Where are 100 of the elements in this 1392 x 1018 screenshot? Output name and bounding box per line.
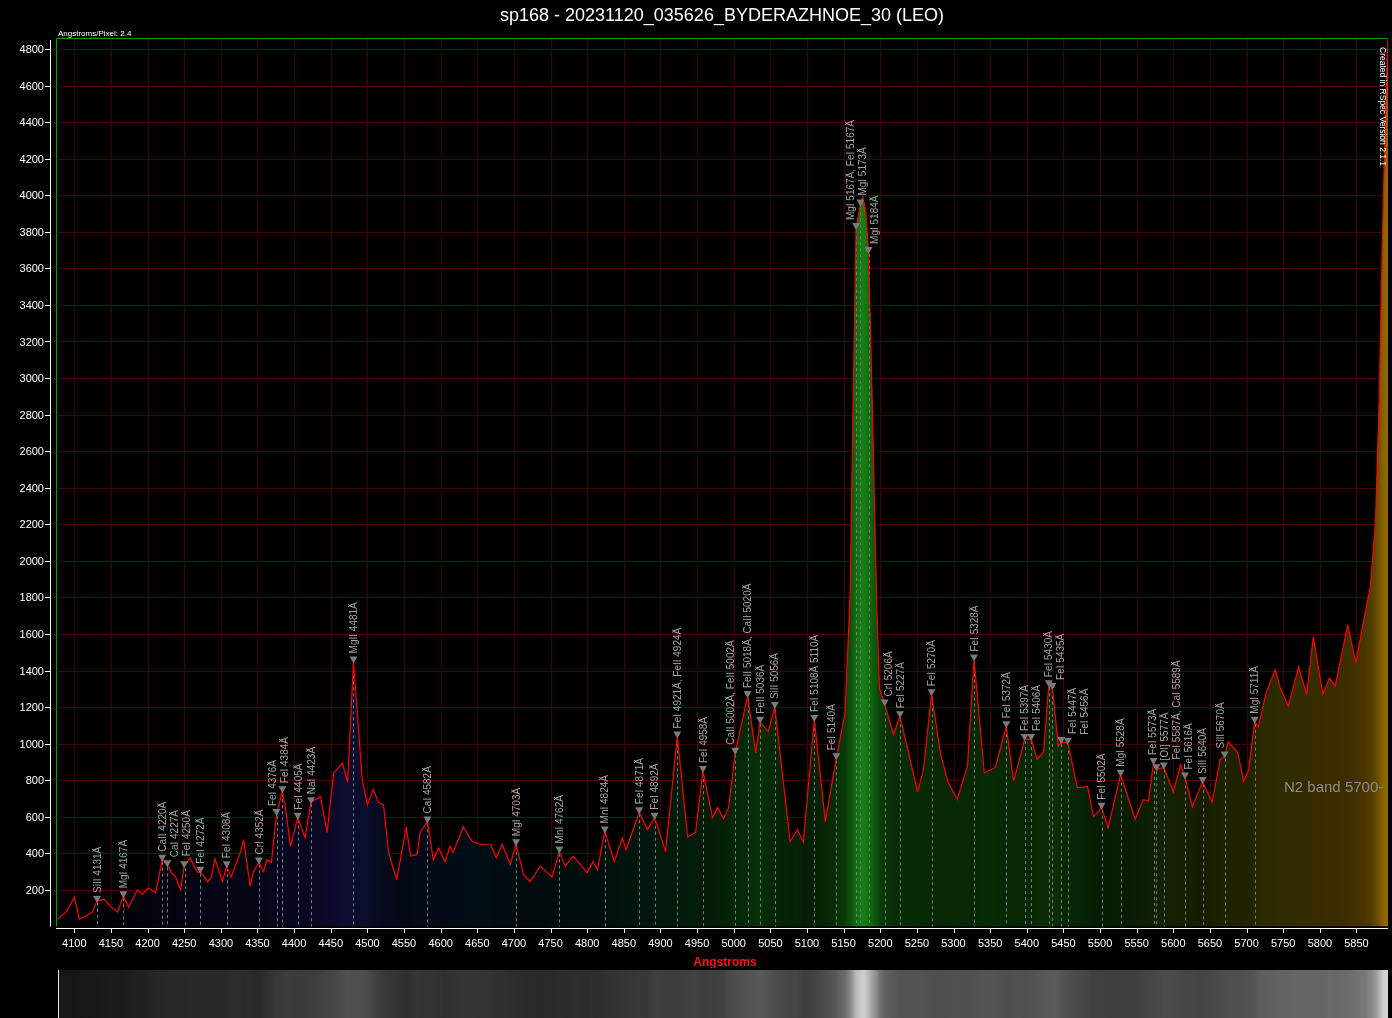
line-label: SiII 4131Ä [91,846,103,893]
y-tick-label: 200 [25,883,44,896]
line-label: MgI 5528Ä [1115,718,1127,767]
line-label: FeI 4384Ä [279,737,290,784]
x-axis-title: Angstroms [693,955,757,968]
y-tick-label: 3000 [19,372,44,384]
line-label: CaII 5002Ä, FeII 5002Ä [725,640,737,745]
x-tick-label: 4450 [318,937,344,949]
line-label: CaI 4227Ä [168,810,180,858]
line-label: FeI 4958Ä [697,716,709,764]
line-label: FeII 5036Ä [754,664,766,714]
line-label: FeI 4376Ä [267,759,278,807]
x-tick-label: 4400 [281,937,307,949]
x-tick-label: 4750 [538,937,563,949]
credit-text: Created in RSpec Version 2.1.1 [1378,47,1388,167]
x-tick-label: 5200 [868,937,893,949]
x-tick-label: 4150 [98,937,124,949]
dashed-guide-line [259,864,260,927]
y-tick-label: 3200 [19,335,44,348]
x-tick-label: 4850 [611,937,637,949]
dashed-guide-line [123,897,124,927]
y-tick-label: 400 [25,847,44,860]
x-tick-label: 4200 [135,937,160,949]
y-tick-label: 4600 [19,79,44,92]
x-tick-label: 5350 [977,937,1003,949]
scale-note: Angstroms/Pixel: 2.4 [58,30,132,38]
line-label: MgI 5184Ä [869,195,881,244]
x-tick-label: 5550 [1124,937,1149,949]
y-tick-label: 2600 [19,445,44,458]
line-label: CrI 5206Ä [882,651,894,697]
x-tick-label: 5800 [1307,937,1333,949]
line-label: FeI 5447Ä [1067,687,1079,734]
y-tick-label: 3400 [19,298,44,311]
x-tick-label: 5250 [904,937,930,949]
line-label: FeI 5502Ä [1096,753,1108,800]
band-label: N2 band 5700- [1284,777,1384,795]
dashed-guide-line [200,873,201,927]
y-tick-label: 3600 [19,262,44,275]
x-tick-label: 5050 [758,937,783,949]
y-tick-label: 2200 [19,518,44,531]
line-label: FeI 5397Ä [1019,684,1031,732]
dashed-guide-line [167,866,168,927]
dashed-guide-line [185,867,186,927]
line-label: FeI 5372Ä [1000,672,1012,719]
line-label: FeI 5108Ä 5110Ä [808,634,820,712]
line-label: SiII 5056Ä [769,652,781,700]
y-tick-label: 4800 [19,43,44,55]
line-label: [OI] 5577Ä [1159,712,1171,761]
x-tick-label: 4300 [208,937,234,949]
y-tick-label: 4200 [19,152,44,165]
line-label: FeI 5270Ä [926,640,937,687]
line-label: MnI 4762Ä [553,795,565,844]
y-tick-label: 2400 [19,481,44,494]
line-label: MgII 4481Ä [348,602,359,654]
x-tick-label: 5650 [1197,937,1223,949]
line-label: MgI 5173Ä [857,147,869,196]
line-label: FeI 4272Ä [194,817,206,864]
line-label: MnI 4824Ä [599,775,611,824]
line-label: FeI 5227Ä [894,662,906,709]
x-tick-label: 4350 [245,937,270,949]
x-tick-label: 5600 [1161,937,1186,949]
x-tick-label: 5300 [941,937,966,949]
line-label: MgI 5167Ä, FeI 5167Ä [845,120,857,221]
x-tick-label: 4550 [391,937,417,949]
line-label: FeI 5587Ä, CaI 5589Ä [1171,660,1183,760]
x-tick-label: 5850 [1344,937,1369,949]
line-label: FeII 5018Ä, CaII 5020Ä [742,583,754,689]
x-tick-label: 5150 [831,937,856,949]
line-label: FeI 5435Ä [1055,633,1067,680]
line-label: SiII 5640Ä [1196,727,1208,775]
y-tick-label: 4400 [19,116,44,129]
y-tick-label: 1200 [19,701,44,714]
y-tick-label: 4000 [19,189,44,202]
line-label: MgI 4703Ä [510,787,522,837]
y-tick-label: 1000 [19,737,44,750]
line-label: CaII 4220Ä [156,801,168,852]
x-tick-label: 4900 [648,937,673,949]
x-tick-label: 5500 [1087,937,1113,949]
line-label: FeI 5328Ä [968,605,980,652]
line-label: FeI 4871Ä [633,758,645,805]
line-label: FeI 4250Ä [180,810,192,857]
x-tick-label: 4100 [62,937,87,949]
x-tick-label: 4950 [684,937,710,949]
y-tick-label: 1800 [19,591,44,604]
line-label: FeI 5573Ä [1147,708,1159,755]
x-tick-label: 4250 [171,937,197,949]
line-label: FeI 5430Ä [1043,631,1055,678]
y-tick-label: 600 [25,810,44,823]
x-tick-label: 4650 [465,937,490,949]
y-tick-label: 1600 [19,628,44,640]
x-tick-label: 5450 [1051,937,1076,949]
dashed-guide-line [97,902,98,927]
dashed-guide-line [227,867,228,927]
x-tick-label: 5000 [721,937,746,949]
line-label: FeI 4308Ä [221,812,233,859]
y-tick-label: 1400 [19,664,44,677]
x-tick-label: 5700 [1234,937,1259,949]
y-tick-label: 3800 [19,225,44,238]
line-label: SiII 5670Ä [1215,702,1227,749]
line-label: MgI 5711Ä [1249,666,1261,714]
